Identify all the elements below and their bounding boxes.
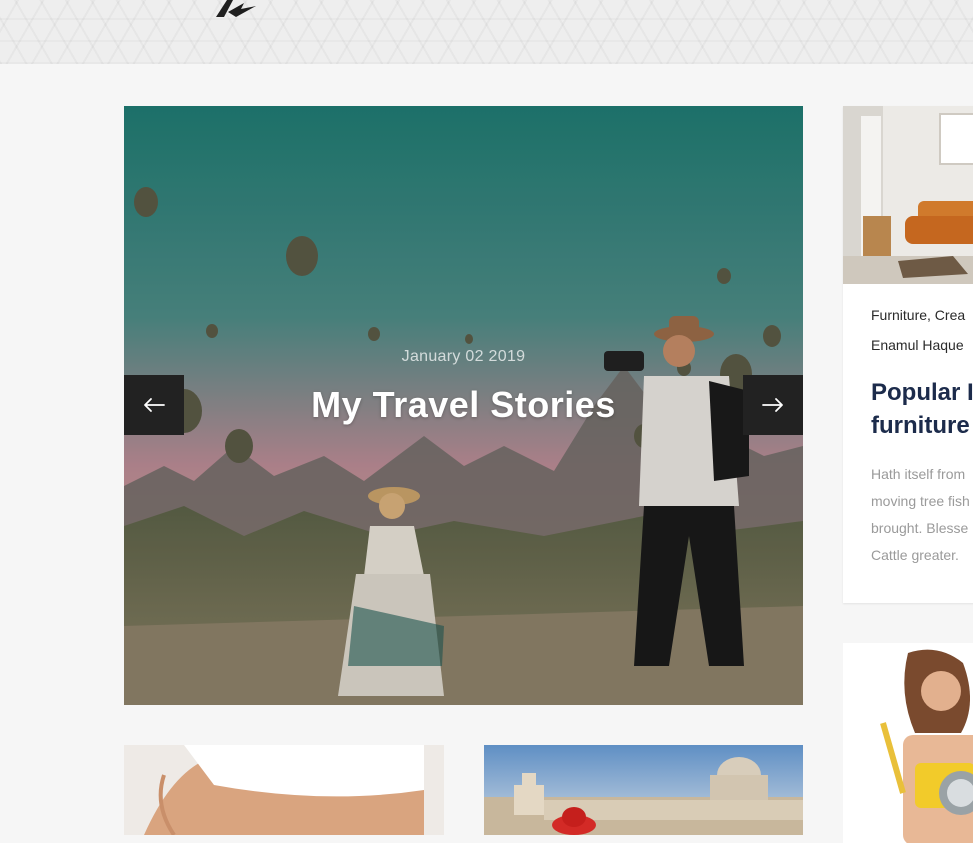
post-date: January 02 2019 [401,348,526,365]
title-line: furniture [871,412,970,439]
site-header [0,0,973,64]
featured-slider: January 02 2019 My Travel Stories [124,106,803,705]
post-thumbnail [484,745,803,835]
slider-prev-button[interactable] [124,375,184,435]
excerpt-line: Hath itself from [871,466,966,482]
post-categories[interactable]: Furniture, Crea [871,307,965,323]
excerpt-line: moving tree fish [871,493,970,509]
post-thumbnail[interactable] [843,643,973,843]
post-author[interactable]: Enamul Haque [871,337,964,353]
post-card-health[interactable] [124,745,444,835]
post-title[interactable]: My Travel Stories [124,384,803,426]
sidebar-post-card: Furniture, Crea Enamul Haque Popular I f… [843,106,973,603]
excerpt-line: brought. Blesse [871,520,969,536]
post-title-sidebar[interactable]: Popular I furniture [871,376,973,442]
post-thumbnail [124,745,444,835]
post-card-travel[interactable] [484,745,803,835]
excerpt-line: Cattle greater. [871,547,959,563]
arrow-right-icon [762,398,783,412]
arrow-left-icon [144,398,165,412]
post-excerpt: Hath itself from moving tree fish brough… [871,461,973,569]
sidebar-post-card-2 [843,643,973,843]
post-thumbnail[interactable] [843,106,973,284]
slider-next-button[interactable] [743,375,803,435]
title-line: Popular I [871,379,973,406]
brand-logo[interactable] [214,0,262,18]
